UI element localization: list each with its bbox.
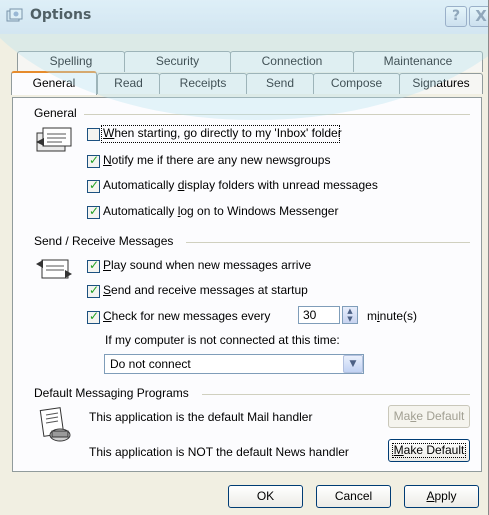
focus-rect [392, 443, 466, 458]
tab-receipts[interactable]: Receipts [159, 73, 247, 94]
spin-down-icon[interactable]: ▼ [343, 315, 357, 323]
apply-button[interactable]: Apply [404, 485, 479, 508]
tab-compose[interactable]: Compose [313, 73, 400, 94]
play-sound-label[interactable]: Play sound when new messages arrive [103, 258, 311, 272]
mail-handler-icon [39, 407, 71, 442]
check-messages-label[interactable]: Check for new messages every [103, 309, 270, 323]
display-unread-folders-label[interactable]: Automatically display folders with unrea… [103, 178, 378, 192]
general-group-divider [84, 114, 470, 115]
ok-button[interactable]: OK [228, 485, 303, 508]
mail-handler-text: This application is the default Mail han… [89, 410, 313, 424]
play-sound-checkbox[interactable]: ✓ [87, 258, 100, 273]
help-button[interactable]: ? [445, 6, 467, 27]
news-handler-text: This application is NOT the default News… [89, 445, 349, 459]
send-receive-icon [36, 259, 72, 279]
tab-spelling[interactable]: Spelling [17, 51, 125, 72]
checkmark-icon: ✓ [89, 258, 100, 272]
interval-unit-label: minute(s) [367, 309, 418, 323]
checkmark-icon: ✓ [89, 204, 100, 218]
options-dialog: Options ? X Spelling Security Connection… [0, 0, 489, 515]
tab-signatures[interactable]: Signatures [399, 73, 483, 94]
checkmark-icon: ✓ [89, 283, 100, 297]
general-group-label: General [34, 106, 77, 120]
start-inbox-label[interactable]: When starting, go directly to my 'Inbox'… [103, 126, 342, 140]
not-connected-label: If my computer is not connected at this … [105, 333, 340, 347]
title-bar[interactable]: Options ? X [0, 0, 488, 34]
send-receive-startup-label[interactable]: Send and receive messages at startup [103, 283, 308, 297]
connection-select[interactable]: Do not connect [104, 354, 364, 374]
default-programs-group-label: Default Messaging Programs [34, 386, 189, 400]
make-default-news-button[interactable]: Make Default [388, 439, 470, 462]
tab-read[interactable]: Read [97, 73, 160, 94]
check-messages-checkbox[interactable]: ✓ [87, 309, 100, 324]
notify-newsgroups-checkbox[interactable]: ✓ [87, 153, 100, 168]
notify-newsgroups-label[interactable]: Notify me if there are any new newsgroup… [103, 153, 330, 167]
send-receive-group-divider [186, 242, 470, 243]
general-settings-icon [36, 127, 72, 152]
tab-security[interactable]: Security [124, 51, 231, 72]
checkmark-icon: ✓ [89, 178, 100, 192]
default-programs-group-divider [202, 394, 470, 395]
options-icon [6, 8, 23, 22]
chevron-down-icon[interactable]: ▼ [343, 355, 363, 373]
logon-messenger-checkbox[interactable]: ✓ [87, 204, 100, 219]
checkmark-icon: ✓ [89, 153, 100, 167]
spin-up-icon[interactable]: ▲ [343, 307, 357, 315]
dialog-title: Options [30, 7, 92, 23]
tab-send[interactable]: Send [246, 73, 314, 94]
send-receive-group-label: Send / Receive Messages [34, 234, 174, 248]
close-button[interactable]: X [469, 6, 488, 27]
check-interval-input[interactable]: 30 [298, 306, 340, 324]
send-receive-startup-checkbox[interactable]: ✓ [87, 283, 100, 298]
display-unread-folders-checkbox[interactable]: ✓ [87, 178, 100, 193]
checkmark-icon: ✓ [89, 309, 100, 323]
tab-general[interactable]: General [11, 71, 97, 95]
logon-messenger-label[interactable]: Automatically log on to Windows Messenge… [103, 204, 338, 218]
interval-spinner[interactable]: ▲ ▼ [342, 306, 358, 324]
tab-connection[interactable]: Connection [230, 51, 354, 72]
cancel-button[interactable]: Cancel [316, 485, 391, 508]
make-default-mail-button[interactable]: Make Default [388, 405, 470, 428]
start-inbox-checkbox[interactable] [87, 128, 100, 141]
tab-maintenance[interactable]: Maintenance [353, 51, 483, 72]
